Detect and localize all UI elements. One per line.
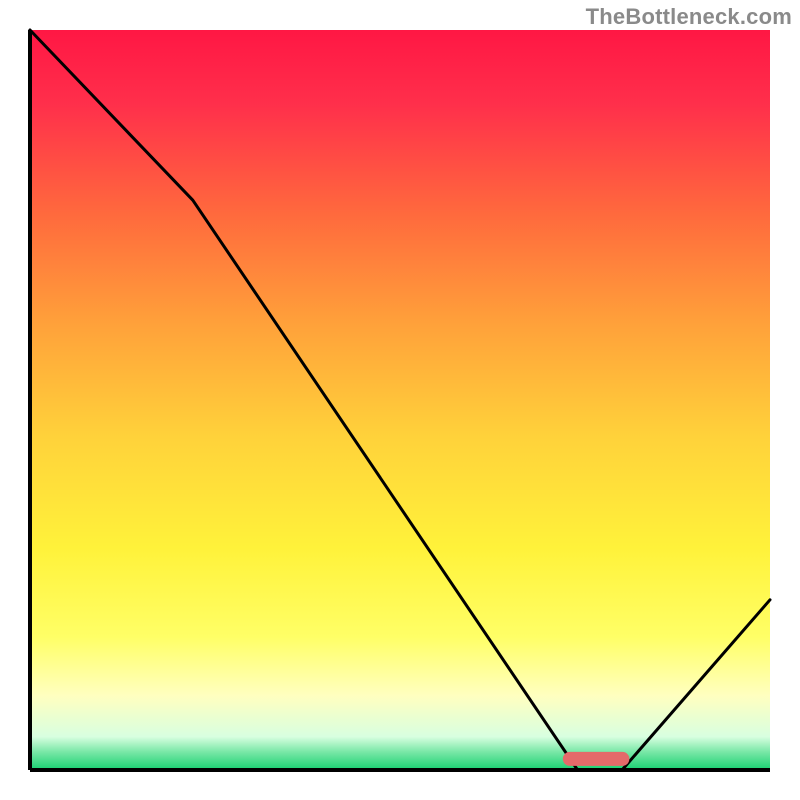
gradient-background <box>30 30 770 770</box>
watermark-label: TheBottleneck.com <box>586 4 792 30</box>
optimal-marker <box>563 752 630 766</box>
bottleneck-chart: TheBottleneck.com <box>0 0 800 800</box>
chart-canvas <box>0 0 800 800</box>
